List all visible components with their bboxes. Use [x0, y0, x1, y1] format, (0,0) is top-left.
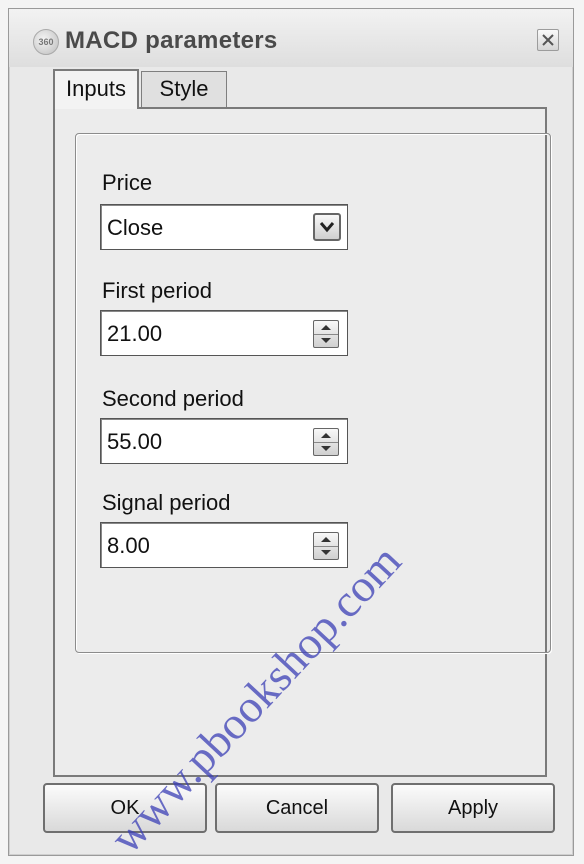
arrow-down-icon: [321, 550, 331, 555]
price-label: Price: [102, 170, 153, 195]
first-period-label: First period: [102, 278, 213, 303]
spin-down-button[interactable]: [314, 546, 338, 559]
spin-down-button[interactable]: [314, 442, 338, 455]
first-period-value: 21.00: [107, 321, 163, 346]
spin-up-button[interactable]: [314, 321, 338, 335]
arrow-up-icon: [321, 433, 331, 438]
signal-period-label: Signal period: [102, 490, 231, 515]
title-bar[interactable]: 360 MACD parameters: [9, 9, 573, 67]
second-period-input[interactable]: 55.00: [100, 418, 348, 464]
spin-up-button[interactable]: [314, 429, 338, 443]
dialog-title: MACD parameters: [65, 27, 278, 54]
close-button[interactable]: [537, 29, 559, 51]
first-period-spinner[interactable]: [313, 320, 339, 348]
arrow-up-icon: [321, 537, 331, 542]
arrow-down-icon: [321, 446, 331, 451]
chevron-down-icon: [319, 222, 335, 233]
second-period-spinner[interactable]: [313, 428, 339, 456]
inputs-tab-panel: Price Close First period 21.00 Second pe…: [53, 107, 551, 777]
apply-button[interactable]: Apply: [391, 783, 555, 833]
inputs-group-box: Price Close First period 21.00 Second pe…: [75, 133, 551, 653]
second-period-value: 55.00: [107, 429, 163, 454]
macd-parameters-dialog: 360 MACD parameters Inputs Style Price C…: [8, 8, 574, 856]
spin-up-button[interactable]: [314, 533, 338, 547]
second-period-label: Second period: [102, 386, 244, 411]
signal-period-spinner[interactable]: [313, 532, 339, 560]
app-logo-icon: 360: [33, 29, 59, 55]
arrow-down-icon: [321, 338, 331, 343]
tab-inputs[interactable]: Inputs: [53, 69, 139, 109]
signal-period-value: 8.00: [107, 533, 150, 558]
tab-style[interactable]: Style: [141, 71, 227, 107]
close-icon: [542, 34, 554, 46]
cancel-button[interactable]: Cancel: [215, 783, 379, 833]
spin-down-button[interactable]: [314, 334, 338, 347]
ok-button[interactable]: OK: [43, 783, 207, 833]
price-value: Close: [107, 215, 164, 240]
arrow-up-icon: [321, 325, 331, 330]
price-dropdown-button[interactable]: [313, 213, 341, 241]
first-period-input[interactable]: 21.00: [100, 310, 348, 356]
price-dropdown[interactable]: Close: [100, 204, 348, 250]
signal-period-input[interactable]: 8.00: [100, 522, 348, 568]
